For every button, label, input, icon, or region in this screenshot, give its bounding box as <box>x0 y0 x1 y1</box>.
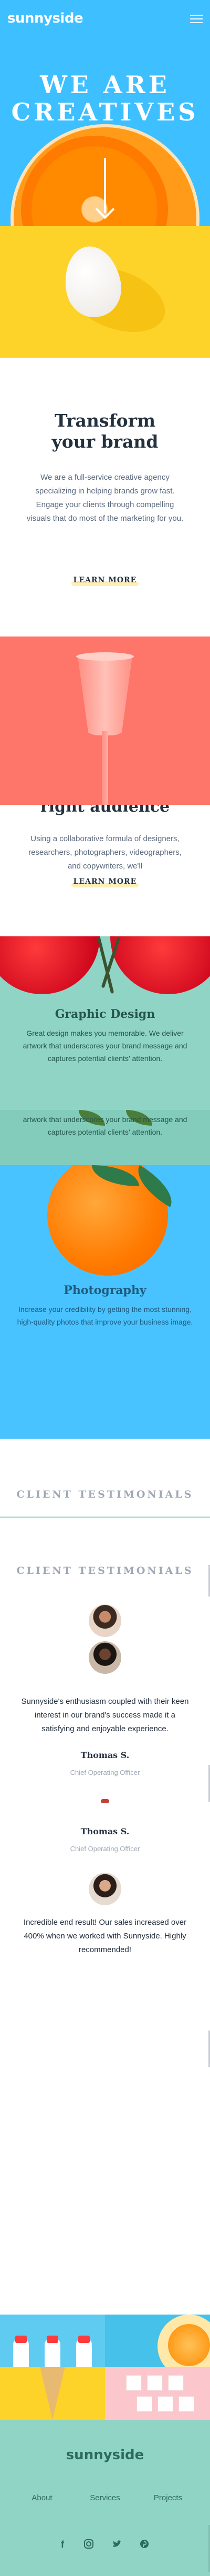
cherry-left <box>0 936 100 994</box>
footer-nav-services[interactable]: Services <box>74 2493 136 2502</box>
transform-text: We are a full-service creative agency sp… <box>26 473 184 523</box>
hero-section: sunnyside WE ARE CREATIVES <box>0 0 210 226</box>
testimonial-name: Thomas S. <box>80 1750 130 1760</box>
section-divider <box>0 1517 210 1518</box>
avatar-fragment <box>101 1799 109 1803</box>
standout-text: Using a collaborative formula of designe… <box>28 834 182 871</box>
footer: sunnyside About Services Projects f <box>0 2420 210 2576</box>
graphic-design-title: Graphic Design <box>55 1007 155 1021</box>
photography-title: Photography <box>64 1284 146 1297</box>
hero-title-line2: CREATIVES <box>11 98 199 126</box>
standout-section: right audience Using a collaborative for… <box>0 805 210 936</box>
facebook-icon[interactable]: f <box>57 2539 68 2550</box>
transform-title: Transform your brand <box>51 410 159 452</box>
graphic-design-text: Great design makes you memorable. We del… <box>23 1029 187 1063</box>
gallery-orange-image <box>105 2315 210 2367</box>
hero-title: WE ARE CREATIVES <box>0 71 210 126</box>
footer-logo[interactable]: sunnyside <box>0 2447 210 2463</box>
egg-image <box>0 226 210 358</box>
photography-section: Photography Increase your credibility by… <box>0 1165 210 1439</box>
testimonials-section: CLIENT TESTIMONIALS CLIENT TESTIMONIALS … <box>0 1439 210 2315</box>
footer-nav-projects[interactable]: Projects <box>136 2493 200 2502</box>
testimonials-heading: CLIENT TESTIMONIALS <box>16 1489 194 1500</box>
photography-text: Increase your credibility by getting the… <box>17 1305 193 1326</box>
transform-section: Transform your brand We are a full-servi… <box>0 358 210 637</box>
graphic-design-section: Graphic Design Great design makes you me… <box>0 936 210 1165</box>
gallery-section <box>0 2315 210 2420</box>
avatar <box>89 1873 121 1905</box>
avatar <box>89 1641 121 1674</box>
footer-nav-about[interactable]: About <box>10 2493 74 2502</box>
gallery-cone-image <box>0 2367 105 2420</box>
hamburger-menu-icon[interactable] <box>190 15 203 24</box>
twitter-icon[interactable] <box>111 2539 123 2550</box>
gallery-sugar-image <box>105 2367 210 2420</box>
avatar <box>89 1604 121 1637</box>
cup-image <box>0 637 210 805</box>
graphic-design-text-repeat: artwork that underscores your brand mess… <box>23 1115 187 1136</box>
cup-shape <box>78 656 132 735</box>
testimonials-heading-repeat: CLIENT TESTIMONIALS <box>16 1565 194 1577</box>
top-bar: sunnyside <box>0 0 210 37</box>
learn-more-link[interactable]: LEARN MORE <box>52 877 158 886</box>
instagram-icon[interactable] <box>83 2539 94 2550</box>
testimonial-quote: Sunnyside's enthusiasm coupled with thei… <box>21 1697 189 1733</box>
hero-title-line1: WE ARE <box>40 70 170 99</box>
testimonial-quote: Incredible end result! Our sales increas… <box>23 1918 187 1954</box>
learn-more-link[interactable]: LEARN MORE <box>52 576 158 584</box>
testimonial-name: Thomas S. <box>80 1826 130 1836</box>
standout-title-partial: right audience <box>40 805 170 816</box>
testimonial-role: Chief Operating Officer <box>70 1845 140 1853</box>
gallery-milk-image <box>0 2315 105 2367</box>
testimonial-role: Chief Operating Officer <box>70 1769 140 1776</box>
cherry-right <box>110 936 210 994</box>
page: sunnyside WE ARE CREATIVES Transform you… <box>0 0 210 2576</box>
logo[interactable]: sunnyside <box>7 11 83 26</box>
pinterest-icon[interactable] <box>139 2539 150 2550</box>
